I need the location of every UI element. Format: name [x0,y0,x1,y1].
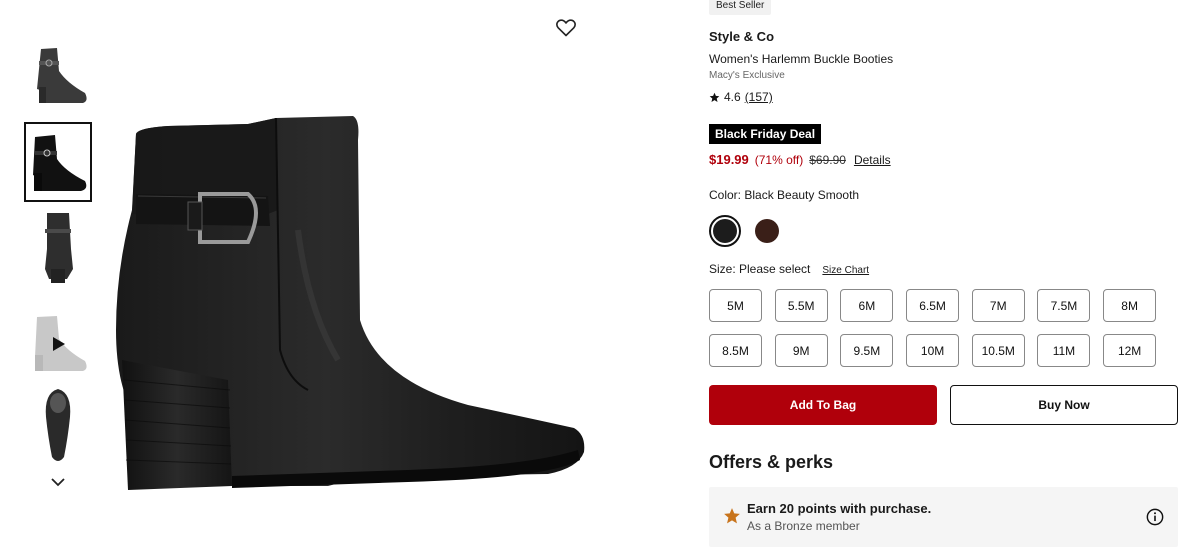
product-title: Women's Harlemm Buckle Booties [709,52,894,66]
size-option[interactable]: 7.5M [1037,289,1091,322]
size-option[interactable]: 6M [840,289,894,322]
thumbnail-top-view[interactable] [24,386,92,466]
size-option[interactable]: 9M [774,334,828,367]
swatch-brown-color [755,219,779,243]
add-to-bag-button[interactable]: Add To Bag [709,385,937,425]
boot-main-image [116,116,585,490]
percent-off: (71% off) [754,153,804,167]
best-seller-badge: Best Seller [709,0,772,15]
purchase-actions: Add To Bag Buy Now [709,385,1178,425]
thumbnail-side-detail[interactable] [24,122,92,202]
size-label: Size: Please select [709,262,811,276]
boot-thumbnail-image [45,213,73,283]
boot-thumbnail-image [37,48,87,103]
chevron-down-icon [51,477,65,486]
size-chart-link[interactable]: Size Chart [822,265,869,276]
color-swatches [709,215,783,247]
boot-thumbnail-image [45,389,71,461]
star-icon [724,508,740,524]
black-friday-deal-badge: Black Friday Deal [709,124,822,144]
size-option[interactable]: 7M [971,289,1025,322]
size-option[interactable]: 8M [1103,289,1157,322]
sale-price: $19.99 [709,152,749,167]
review-count-link[interactable]: (157) [745,90,773,104]
star-icon [709,92,720,102]
info-icon[interactable] [1146,508,1164,526]
price-row: $19.99 (71% off) $69.90 Details [709,152,891,167]
size-option[interactable]: 5.5M [774,289,828,322]
offer-title: Earn 20 points with purchase. [747,501,932,516]
rating-value: 4.6 [724,90,741,104]
price-details-link[interactable]: Details [854,153,891,167]
size-option[interactable]: 9.5M [840,334,894,367]
wishlist-button[interactable] [552,14,580,42]
size-options: 5M 5.5M 6M 6.5M 7M 7.5M 8M 8.5M 9M 9.5M … [709,289,1179,367]
rating-summary: 4.6 (157) [709,90,773,104]
offers-heading: Offers & perks [709,452,834,472]
size-option[interactable]: 8.5M [709,334,762,367]
original-price: $69.90 [809,153,846,167]
buy-now-button[interactable]: Buy Now [950,385,1178,425]
offer-card: Earn 20 points with purchase. As a Bronz… [709,487,1178,547]
size-option[interactable]: 6.5M [906,289,960,322]
heart-icon [556,19,576,37]
size-option[interactable]: 12M [1103,334,1157,367]
size-option[interactable]: 10.5M [971,334,1025,367]
size-option[interactable]: 10M [906,334,960,367]
size-option[interactable]: 11M [1037,334,1091,367]
swatch-brown[interactable] [751,215,783,247]
brand-link[interactable]: Style & Co [709,29,774,44]
swatch-black-color [713,219,737,243]
size-label-row: Size: Please select Size Chart [709,262,869,276]
color-label: Color: Black Beauty Smooth [709,188,860,202]
thumbnail-scroll-down-button[interactable] [48,472,68,492]
thumbnail-video[interactable] [24,304,92,384]
size-option[interactable]: 5M [709,289,762,322]
boot-thumbnail-image [33,135,87,191]
thumbnail-side-view[interactable] [24,36,92,116]
play-icon [53,337,65,351]
thumbnail-back-view[interactable] [24,208,92,288]
exclusive-label: Macy's Exclusive [709,70,785,81]
swatch-black[interactable] [709,215,741,247]
offer-subtitle: As a Bronze member [747,519,860,533]
main-product-image[interactable] [108,90,608,550]
